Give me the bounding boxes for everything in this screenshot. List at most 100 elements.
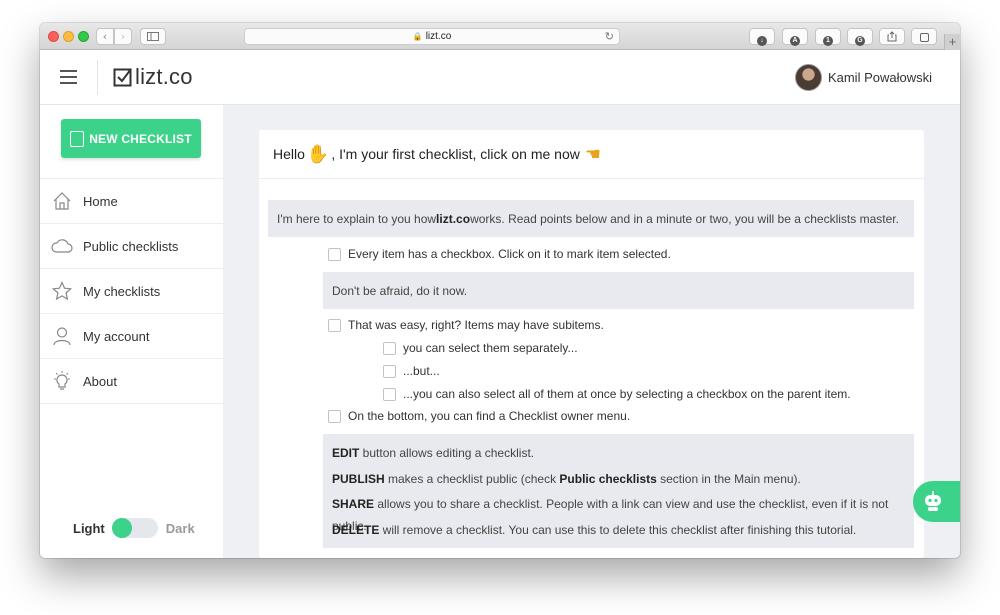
item-checkbox[interactable] <box>328 409 341 423</box>
checklist-item[interactable]: That was easy, right? Items may have sub… <box>328 316 604 334</box>
logo-text: lizt.co <box>135 64 193 89</box>
help-text: makes a checklist public (check <box>384 471 560 486</box>
sidebar-icon <box>147 32 159 41</box>
close-window-button[interactable] <box>48 31 59 42</box>
owner-menu-help: EDIT button allows editing a checklist. … <box>323 434 914 548</box>
password-manager-button[interactable]: 1 <box>815 28 841 46</box>
app-header: lizt.co Kamil Powałowski <box>40 50 960 105</box>
user-name: Kamil Powałowski <box>827 70 932 85</box>
checklist-subitem[interactable]: ...but... <box>383 362 440 380</box>
intro-brand: lizt.co <box>436 211 471 226</box>
forward-button[interactable]: › <box>114 28 132 45</box>
theme-switch: Light Dark <box>73 518 195 538</box>
waving-hand-icon: ✋ <box>306 143 330 165</box>
sidebar-item-home[interactable]: Home <box>40 179 223 224</box>
grammarly-icon: G <box>855 36 865 46</box>
subitem-text: ...but... <box>403 364 440 378</box>
adblock-icon: A <box>790 36 800 46</box>
download-icon: ↓ <box>757 36 767 46</box>
user-icon <box>51 325 73 347</box>
sidebar: NEW CHECKLIST Home Public checklists My … <box>40 105 223 558</box>
help-delete: DELETE will remove a checklist. You can … <box>332 519 905 545</box>
help-edit: EDIT button allows editing a checklist. <box>332 442 905 468</box>
item-text: That was easy, right? Items may have sub… <box>348 318 604 332</box>
sidebar-item-label: My checklists <box>83 283 161 299</box>
sidebar-item-my-checklists[interactable]: My checklists <box>40 269 223 314</box>
plus-icon: + <box>948 34 957 49</box>
reload-icon[interactable]: ↻ <box>605 29 614 44</box>
checklist-title[interactable]: Hello ✋ , I'm your first checklist, clic… <box>259 130 924 179</box>
downloads-button[interactable]: ↓ <box>749 28 775 46</box>
pointing-hand-icon: ☚ <box>584 143 601 165</box>
intro-after: works. Read points below and in a minute… <box>470 211 899 226</box>
title-greeting: Hello <box>273 146 305 162</box>
header-divider <box>97 60 98 95</box>
logo[interactable]: lizt.co <box>113 63 193 91</box>
home-icon <box>51 190 73 212</box>
sidebar-item-public-checklists[interactable]: Public checklists <box>40 224 223 269</box>
help-keyword: SHARE <box>332 497 375 511</box>
help-text: button allows editing a checklist. <box>359 446 535 460</box>
help-publish: PUBLISH makes a checklist public (check … <box>332 468 905 494</box>
lightbulb-icon <box>51 370 73 392</box>
item-text: Every item has a checkbox. Click on it t… <box>348 247 671 261</box>
password-manager-icon: 1 <box>823 36 833 46</box>
theme-toggle[interactable] <box>111 518 158 538</box>
zoom-window-button[interactable] <box>78 31 89 42</box>
new-checklist-button[interactable]: NEW CHECKLIST <box>61 119 201 158</box>
star-icon <box>51 280 73 302</box>
note-text: Don't be afraid, do it now. <box>332 283 468 298</box>
help-keyword: Public checklists <box>559 471 657 486</box>
help-text: will remove a checklist. You can use thi… <box>379 522 857 537</box>
cloud-icon <box>51 235 73 257</box>
new-tab-button[interactable]: + <box>944 34 960 50</box>
browser-window: ‹ › 🔒 lizt.co ↻ ↓ A 1 G + lizt.co Kamil P… <box>40 23 960 558</box>
toggle-knob <box>111 518 132 538</box>
item-checkbox[interactable] <box>328 318 341 332</box>
title-text: , I'm your first checklist, click on me … <box>331 146 580 162</box>
item-note: Don't be afraid, do it now. <box>323 272 914 309</box>
sidebar-item-label: About <box>83 373 117 389</box>
sidebar-item-label: Home <box>83 193 118 209</box>
user-menu[interactable]: Kamil Powałowski <box>794 64 932 91</box>
tabs-overview-button[interactable] <box>911 28 937 45</box>
sidebar-item-my-account[interactable]: My account <box>40 314 223 359</box>
item-checkbox[interactable] <box>328 247 341 261</box>
avatar <box>794 64 822 91</box>
help-text: section in the Main menu). <box>656 471 801 486</box>
minimize-window-button[interactable] <box>63 31 74 42</box>
help-keyword: DELETE <box>332 522 380 537</box>
subitem-checkbox[interactable] <box>383 387 396 401</box>
sidebar-item-about[interactable]: About <box>40 359 223 404</box>
back-button[interactable]: ‹ <box>96 28 114 45</box>
sidebar-item-label: Public checklists <box>83 238 179 254</box>
new-note-icon <box>70 130 85 147</box>
sidebar-nav: Home Public checklists My checklists My … <box>40 178 223 404</box>
checklist-item[interactable]: On the bottom, you can find a Checklist … <box>328 407 630 425</box>
intro-before: I'm here to explain to you how <box>277 211 437 226</box>
subitem-checkbox[interactable] <box>383 341 396 355</box>
tabs-icon <box>919 33 929 42</box>
checklist-card[interactable]: Hello ✋ , I'm your first checklist, clic… <box>259 130 924 558</box>
adblock-button[interactable]: A <box>782 28 808 46</box>
chatbot-button[interactable] <box>913 481 960 522</box>
new-checklist-label: NEW CHECKLIST <box>89 131 192 146</box>
checklist-subitem[interactable]: ...you can also select all of them at on… <box>383 385 851 403</box>
address-bar[interactable]: 🔒 lizt.co ↻ <box>244 28 620 45</box>
sidebar-toggle-button[interactable] <box>140 28 166 45</box>
item-text: On the bottom, you can find a Checklist … <box>348 409 631 423</box>
lock-icon: 🔒 <box>412 32 423 41</box>
grammarly-button[interactable]: G <box>847 28 873 46</box>
hamburger-menu-icon[interactable] <box>60 70 77 84</box>
url-text: lizt.co <box>425 31 452 42</box>
share-button[interactable] <box>879 28 905 45</box>
chevron-left-icon: ‹ <box>102 30 108 43</box>
theme-dark-label: Dark <box>165 520 195 536</box>
subitem-text: you can select them separately... <box>403 341 578 355</box>
subitem-checkbox[interactable] <box>383 364 396 378</box>
checkbox-logo-icon <box>113 68 132 87</box>
subitem-text: ...you can also select all of them at on… <box>403 387 851 401</box>
robot-icon <box>925 491 941 511</box>
checklist-item[interactable]: Every item has a checkbox. Click on it t… <box>328 245 671 263</box>
checklist-subitem[interactable]: you can select them separately... <box>383 339 578 357</box>
